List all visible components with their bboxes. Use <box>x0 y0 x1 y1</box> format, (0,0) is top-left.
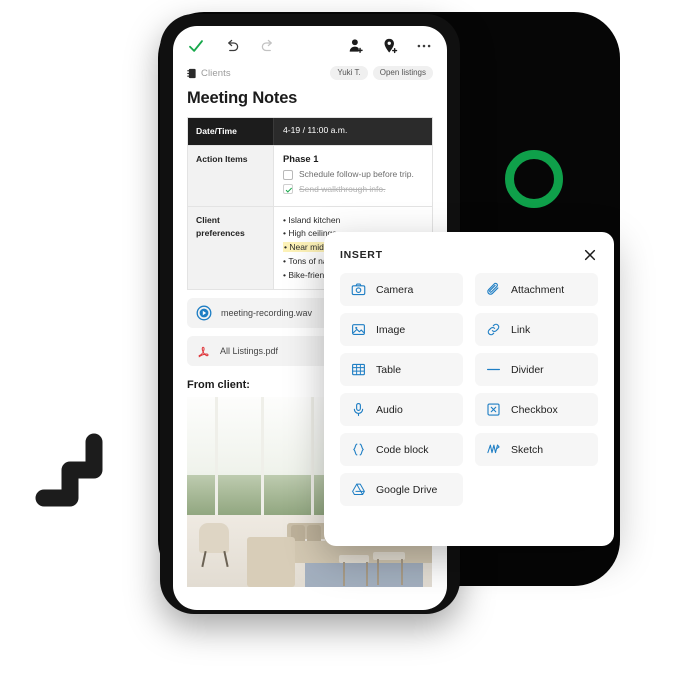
bullet-item: • Island kitchen <box>283 214 341 225</box>
insert-panel-title: INSERT <box>340 249 383 261</box>
green-ring-decoration <box>505 150 563 208</box>
table-row-datetime: Date/Time 4-19 / 11:00 a.m. <box>188 118 432 147</box>
insert-option-sketch[interactable]: Sketch <box>475 433 598 466</box>
insert-option-label: Link <box>511 323 531 336</box>
tag-chip[interactable]: Open listings <box>372 65 433 81</box>
insert-option-label: Attachment <box>511 283 565 296</box>
screenshot-stage: Clients Yuki T. Open listings Meeting No… <box>0 0 680 680</box>
photo-lounge-chair <box>199 523 229 554</box>
camera-icon <box>351 283 366 296</box>
photo-chaise <box>247 537 295 588</box>
table-icon <box>352 363 365 376</box>
insert-option-label: Checkbox <box>511 403 558 416</box>
insert-option-label: Code block <box>376 443 429 456</box>
play-circle-icon <box>196 305 212 321</box>
insert-option-label: Table <box>376 363 402 376</box>
divider-icon <box>487 368 500 371</box>
insert-option-table[interactable]: Table <box>340 353 463 386</box>
done-check-icon[interactable] <box>187 37 205 55</box>
insert-option-image[interactable]: Image <box>340 313 463 346</box>
add-person-icon[interactable] <box>347 37 365 55</box>
close-icon[interactable] <box>582 247 598 263</box>
tag-chip-list: Yuki T. Open listings <box>330 65 433 81</box>
toolbar-left-group <box>187 37 277 55</box>
insert-option-label: Sketch <box>511 443 544 456</box>
redo-icon[interactable] <box>259 37 277 55</box>
sketch-icon <box>487 444 500 454</box>
google-drive-icon <box>352 483 365 495</box>
photo-table-leg <box>343 562 345 587</box>
row-label: Client preferences <box>188 206 274 290</box>
photo-table-leg <box>366 562 368 587</box>
toolbar-right-group <box>347 37 433 55</box>
pdf-icon <box>198 346 209 358</box>
insert-option-label: Camera <box>376 283 414 296</box>
link-icon <box>487 323 500 336</box>
insert-panel: INSERT Camera Attachment Image Link Tabl… <box>324 232 614 546</box>
checklist-text: Send walkthrough info. <box>299 183 386 194</box>
table-header-label: Date/Time <box>188 118 274 146</box>
breadcrumb-label: Clients <box>201 67 231 79</box>
insert-option-attachment[interactable]: Attachment <box>475 273 598 306</box>
table-header-value: 4-19 / 11:00 a.m. <box>274 118 432 146</box>
notebook-icon <box>187 68 196 78</box>
insert-options-grid: Camera Attachment Image Link Table Divid… <box>324 273 614 506</box>
photo-mullion <box>261 397 264 516</box>
microphone-icon <box>353 402 364 417</box>
photo-mullion <box>215 397 218 516</box>
attachment-name: All Listings.pdf <box>220 346 279 357</box>
phase-label: Phase 1 <box>283 153 319 165</box>
insert-option-audio[interactable]: Audio <box>340 393 463 426</box>
insert-option-label: Google Drive <box>376 483 438 496</box>
page-title: Meeting Notes <box>187 89 298 107</box>
photo-mullion <box>311 397 314 516</box>
tag-chip[interactable]: Yuki T. <box>330 65 368 81</box>
attachment-name: meeting-recording.wav <box>221 308 313 319</box>
photo-table-leg <box>401 559 403 586</box>
checklist-text: Schedule follow-up before trip. <box>299 169 414 180</box>
bullet-text: Island kitchen <box>288 214 341 225</box>
breadcrumb: Clients Yuki T. Open listings <box>173 60 447 82</box>
insert-option-label: Audio <box>376 403 403 416</box>
code-braces-icon <box>353 443 364 456</box>
insert-option-checkbox[interactable]: Checkbox <box>475 393 598 426</box>
breadcrumb-item-clients[interactable]: Clients <box>187 68 231 79</box>
paperclip-icon <box>487 282 499 295</box>
zigzag-decoration <box>35 433 103 507</box>
insert-option-label: Divider <box>511 363 544 376</box>
table-row-action-items: Action Items Phase 1 Schedule follow-up … <box>188 146 432 207</box>
row-label: Action Items <box>188 146 274 206</box>
insert-option-code-block[interactable]: Code block <box>340 433 463 466</box>
undo-icon[interactable] <box>223 37 241 55</box>
insert-grid-spacer <box>475 473 598 506</box>
add-location-icon[interactable] <box>381 37 399 55</box>
app-toolbar <box>173 26 447 60</box>
checkbox-checked[interactable] <box>283 184 293 195</box>
insert-option-camera[interactable]: Camera <box>340 273 463 306</box>
insert-panel-header: INSERT <box>324 232 614 273</box>
row-content: Phase 1 Schedule follow-up before trip. … <box>274 146 432 205</box>
checklist-item[interactable]: Send walkthrough info. <box>283 184 423 195</box>
insert-option-divider[interactable]: Divider <box>475 353 598 386</box>
insert-option-label: Image <box>376 323 406 336</box>
checkbox-icon <box>487 403 500 416</box>
insert-option-link[interactable]: Link <box>475 313 598 346</box>
more-options-icon[interactable] <box>415 37 433 55</box>
image-icon <box>352 324 365 335</box>
insert-option-google-drive[interactable]: Google Drive <box>340 473 463 506</box>
checkbox-unchecked[interactable] <box>283 169 293 180</box>
checklist-item[interactable]: Schedule follow-up before trip. <box>283 169 423 180</box>
photo-table-leg <box>377 559 379 586</box>
